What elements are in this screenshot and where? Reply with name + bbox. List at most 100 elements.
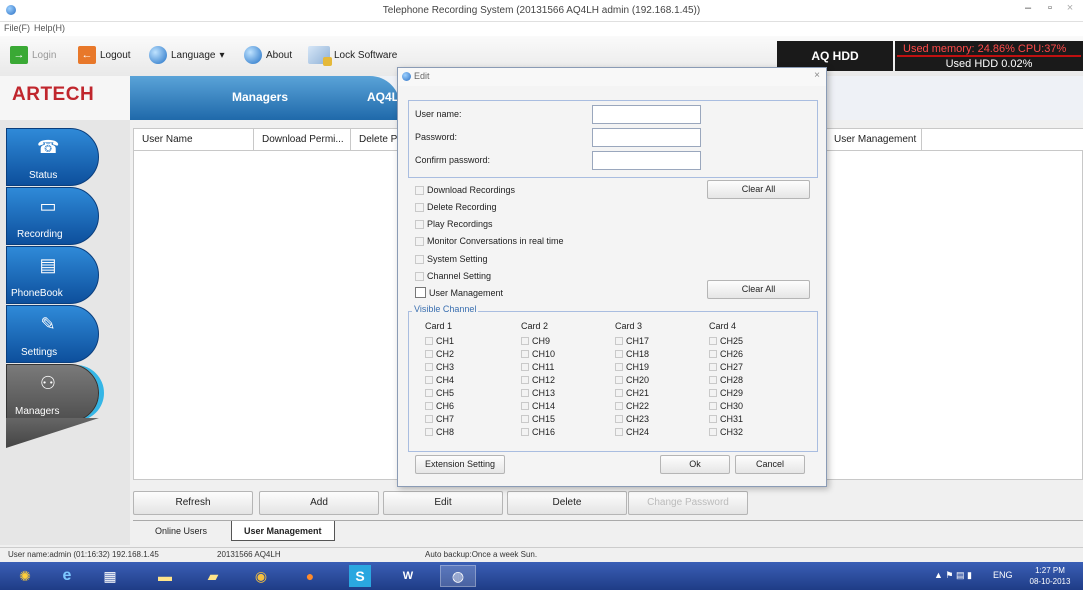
sidebar-item-phonebook[interactable]: ▤ PhoneBook (6, 246, 99, 304)
language-button[interactable]: Language ▾ (149, 44, 225, 66)
channel-checkbox[interactable]: CH1 (425, 336, 454, 346)
channel-checkbox[interactable]: CH2 (425, 349, 454, 359)
username-input[interactable] (592, 105, 701, 124)
window-title: Telephone Recording System (20131566 AQ4… (382, 5, 701, 16)
channel-checkbox[interactable]: CH13 (521, 388, 555, 398)
sidebar-label-status: Status (29, 170, 58, 181)
perm-monitor-conversations[interactable]: Monitor Conversations in real time (415, 236, 564, 246)
channel-checkbox[interactable]: CH25 (709, 336, 743, 346)
tab-user-management[interactable]: User Management (231, 521, 335, 541)
channel-checkbox[interactable]: CH31 (709, 414, 743, 424)
channel-checkbox[interactable]: CH20 (615, 375, 649, 385)
login-button[interactable]: → Login (10, 44, 56, 66)
channel-checkbox[interactable]: CH30 (709, 401, 743, 411)
channel-checkbox[interactable]: CH32 (709, 427, 743, 437)
sidebar-item-managers[interactable]: ⚇ Managers (6, 364, 99, 422)
about-button[interactable]: About (244, 44, 292, 66)
delete-button[interactable]: Delete (507, 491, 627, 515)
taskbar-clock[interactable]: 1:27 PM 08-10-2013 (1022, 565, 1078, 587)
close-button[interactable]: × (1057, 2, 1083, 18)
chevron-down-icon: ▾ (219, 49, 225, 61)
change-password-button[interactable]: Change Password (628, 491, 748, 515)
checkbox (521, 402, 529, 410)
perm-system-setting[interactable]: System Setting (415, 254, 488, 264)
menu-file[interactable]: File(F) (4, 23, 30, 33)
channel-checkbox[interactable]: CH21 (615, 388, 649, 398)
channel-checkbox[interactable]: CH19 (615, 362, 649, 372)
channel-checkbox[interactable]: CH7 (425, 414, 454, 424)
word-icon[interactable]: W (393, 565, 423, 587)
password-label: Password: (415, 132, 458, 142)
cancel-button[interactable]: Cancel (735, 455, 805, 474)
channel-checkbox[interactable]: CH8 (425, 427, 454, 437)
language-indicator[interactable]: ENG (993, 570, 1013, 580)
channel-checkbox[interactable]: CH26 (709, 349, 743, 359)
perm-download-recordings[interactable]: Download Recordings (415, 185, 515, 195)
column-header-user-management[interactable]: User Management (826, 129, 922, 151)
username-label: User name: (415, 109, 462, 119)
channel-checkbox[interactable]: CH17 (615, 336, 649, 346)
channel-checkbox[interactable]: CH4 (425, 375, 454, 385)
lock-software-button[interactable]: Lock Software (308, 44, 397, 66)
header-tab-managers[interactable]: Managers (232, 90, 288, 104)
channel-checkbox[interactable]: CH29 (709, 388, 743, 398)
channel-checkbox[interactable]: CH11 (521, 362, 554, 372)
channel-checkbox[interactable]: CH27 (709, 362, 743, 372)
firefox-icon[interactable]: ● (295, 565, 325, 587)
channel-checkbox[interactable]: CH23 (615, 414, 649, 424)
checkbox (615, 415, 623, 423)
perm-delete-recording[interactable]: Delete Recording (415, 202, 497, 212)
perm-user-management[interactable]: User Management (415, 287, 503, 298)
column-header-delete[interactable]: Delete Pe (351, 129, 401, 151)
menu-help[interactable]: Help(H) (34, 23, 65, 33)
channel-checkbox[interactable]: CH22 (615, 401, 649, 411)
refresh-button[interactable]: Refresh (133, 491, 253, 515)
channel-checkbox[interactable]: CH3 (425, 362, 454, 372)
sidebar-item-settings[interactable]: ✎ Settings (6, 305, 99, 363)
channel-checkbox[interactable]: CH18 (615, 349, 649, 359)
wrench-icon: ✎ (40, 314, 56, 334)
logout-button[interactable]: ← Logout (78, 44, 131, 66)
edit-button[interactable]: Edit (383, 491, 503, 515)
sidebar-item-status[interactable]: ☎ Status (6, 128, 99, 186)
channel-checkbox[interactable]: CH28 (709, 375, 743, 385)
extension-setting-button[interactable]: Extension Setting (415, 455, 505, 474)
chrome-icon[interactable]: ◉ (246, 565, 276, 587)
channel-checkbox[interactable]: CH16 (521, 427, 555, 437)
tray-icons[interactable]: ▲ ⚑ ▤ ▮ (934, 570, 972, 581)
tab-online-users[interactable]: Online Users (143, 521, 219, 541)
channel-checkbox[interactable]: CH6 (425, 401, 454, 411)
channel-checkbox[interactable]: CH10 (521, 349, 555, 359)
add-button[interactable]: Add (259, 491, 379, 515)
column-header-user-name[interactable]: User Name (134, 129, 254, 151)
perm-play-recordings[interactable]: Play Recordings (415, 219, 493, 229)
checkbox (425, 402, 433, 410)
perm-channel-setting[interactable]: Channel Setting (415, 271, 491, 281)
skype-icon[interactable]: S (349, 565, 371, 587)
ie-icon[interactable]: e (52, 565, 82, 587)
recording-app-taskbar-icon[interactable]: ◍ (440, 565, 476, 587)
sidebar-item-recording[interactable]: ▭ Recording (6, 187, 99, 245)
ok-button[interactable]: Ok (660, 455, 730, 474)
channel-checkbox[interactable]: CH15 (521, 414, 555, 424)
channel-checkbox[interactable]: CH5 (425, 388, 454, 398)
channel-checkbox[interactable]: CH24 (615, 427, 649, 437)
header-tab-aq[interactable]: AQ4L (367, 90, 399, 104)
column-header-download[interactable]: Download Permi... (254, 129, 351, 151)
start-icon[interactable]: ✺ (10, 565, 40, 587)
channel-checkbox[interactable]: CH14 (521, 401, 555, 411)
confirm-password-input[interactable] (592, 151, 701, 170)
app-icon-1[interactable]: ▦ (95, 565, 125, 587)
password-input[interactable] (592, 128, 701, 147)
channel-checkbox[interactable]: CH12 (521, 375, 555, 385)
folder-icon[interactable]: ▰ (198, 565, 228, 587)
dialog-close-icon[interactable]: × (814, 70, 820, 81)
channel-checkbox[interactable]: CH9 (521, 336, 550, 346)
explorer-icon[interactable]: ▬ (150, 565, 180, 587)
checkbox (615, 428, 623, 436)
checkbox (709, 337, 717, 345)
clear-all-button-2[interactable]: Clear All (707, 280, 810, 299)
clear-all-button-1[interactable]: Clear All (707, 180, 810, 199)
sidebar-label-settings: Settings (21, 347, 58, 358)
checkbox (709, 389, 717, 397)
